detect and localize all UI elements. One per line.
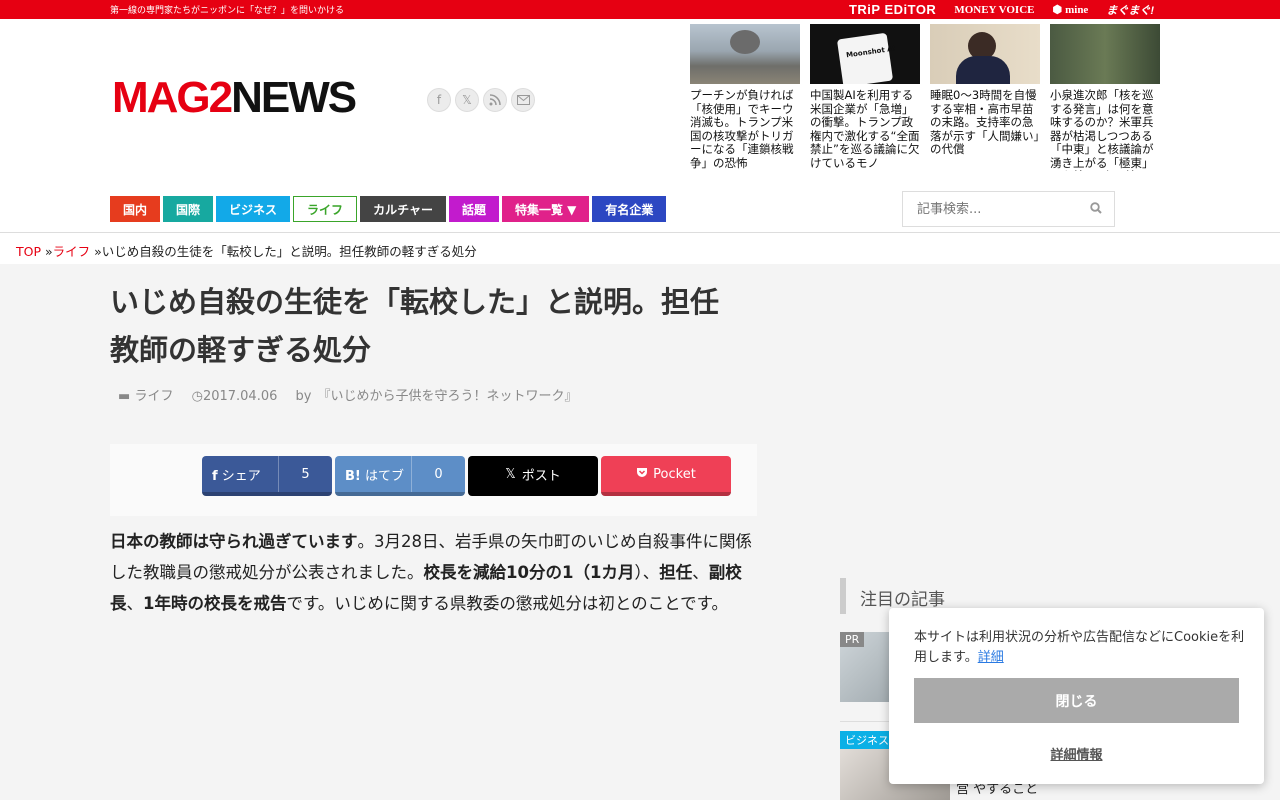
network-sites: TRiP EDiTOR MONEY VOICE mine まぐまぐ! [849,0,1154,19]
facebook-icon: f [212,468,218,484]
article-title[interactable]: 小泉進次郎「核を巡する発言」は何を意味するのか？米軍兵器が枯渇しつつある「中東」… [1050,89,1160,171]
pocket-button[interactable]: Pocket [601,456,731,496]
search-icon[interactable] [1090,202,1102,218]
bookmark-count: 0 [411,456,465,492]
social-links: f 𝕏 [427,88,535,112]
folder-icon: ▬ [118,389,131,404]
trip-editor-link[interactable]: TRiP EDiTOR [849,2,936,17]
share-box: f シェア 5 B! はてブ 0 𝕏 ポスト Pocket [110,444,757,516]
hatena-icon: B! [345,468,361,484]
author-link[interactable]: 『いじめから子供を守ろう！ネットワーク』 [317,389,577,404]
category-meta[interactable]: ▬ ライフ [118,389,173,404]
breadcrumb-category[interactable]: ライフ [53,244,91,259]
x-post-button[interactable]: 𝕏 ポスト [468,456,598,496]
mine-link[interactable]: mine [1052,3,1088,16]
article-thumbnail[interactable]: Moonshot AI [810,24,920,84]
header-article[interactable]: 睡眠0〜3時間を自慢する宰相・高市早苗の末路。支持率の急落が示す「人間嫌い」の代… [930,24,1040,171]
header-article[interactable]: プーチンが負ければ「核使用」でキーウ消滅も。トランプ米国の核攻撃がトリガーになる… [690,24,800,171]
article-title: いじめ自殺の生徒を「転校した」と説明。担任教師の軽すぎる処分 [110,285,720,367]
article-title[interactable]: 睡眠0〜3時間を自慢する宰相・高市早苗の末路。支持率の急落が示す「人間嫌い」の代… [930,89,1040,171]
article-body: 日本の教師は守られ過ぎています。3月28日、岩手県の矢巾町のいじめ自殺事件に関係… [110,532,752,613]
breadcrumb: TOP »ライフ »いじめ自殺の生徒を「転校した」と説明。担任教師の軽すぎる処分 [0,232,1280,264]
clock-icon: ◷ [191,389,203,404]
nav-domestic[interactable]: 国内 [110,196,161,222]
article-content: いじめ自殺の生徒を「転校した」と説明。担任教師の軽すぎる処分 ▬ ライフ ◷20… [110,264,757,800]
nav-topics[interactable]: 話題 [448,196,499,222]
facebook-share-button[interactable]: f シェア 5 [202,456,332,496]
mag2-link[interactable]: まぐまぐ! [1106,2,1154,18]
nav-business[interactable]: ビジネス [216,196,291,222]
nav-features[interactable]: 特集一覧 ▼ [501,196,590,222]
article-thumbnail[interactable] [1050,24,1160,84]
nav-culture[interactable]: カルチャー [360,196,446,222]
mail-icon[interactable] [511,88,535,112]
money-voice-link[interactable]: MONEY VOICE [954,4,1034,16]
nav-companies[interactable]: 有名企業 [592,196,667,222]
article-meta: ▬ ライフ ◷2017.04.06 by 『いじめから子供を守ろう！ネットワーク』 [118,389,578,404]
cookie-banner: 本サイトは利用状況の分析や広告配信などにCookieを利用します。詳細 閉じる … [889,608,1264,784]
cookie-close-button[interactable]: 閉じる [914,678,1239,723]
header-articles: プーチンが負ければ「核使用」でキーウ消滅も。トランプ米国の核攻撃がトリガーになる… [690,24,1160,171]
header-article[interactable]: 小泉進次郎「核を巡する発言」は何を意味するのか？米軍兵器が枯渇しつつある「中東」… [1050,24,1160,171]
header-article[interactable]: Moonshot AI 中国製AIを利用する米国企業が「急増」の衝撃。トランプ政… [810,24,920,171]
share-count: 5 [278,456,332,492]
site-tagline: 第一線の専門家たちがニッポンに「なぜ？」を問いかける [110,6,345,16]
hatena-bookmark-button[interactable]: B! はてブ 0 [335,456,465,496]
rss-icon[interactable] [483,88,507,112]
article-thumbnail[interactable] [690,24,800,84]
category-nav: 国内 国際 ビジネス ライフ カルチャー 話題 特集一覧 ▼ 有名企業 [110,196,667,222]
business-badge: ビジネス [840,731,894,749]
x-icon[interactable]: 𝕏 [455,88,479,112]
article-thumbnail[interactable] [930,24,1040,84]
facebook-icon[interactable]: f [427,88,451,112]
site-logo[interactable]: MAG2NEWS [112,76,357,120]
breadcrumb-current: いじめ自殺の生徒を「転校した」と説明。担任教師の軽すぎる処分 [101,244,477,259]
article-title[interactable]: 中国製AIを利用する米国企業が「急増」の衝撃。トランプ政権内で激化する“全面禁止… [810,89,920,171]
nav-international[interactable]: 国際 [163,196,214,222]
top-bar: 第一線の専門家たちがニッポンに「なぜ？」を問いかける TRiP EDiTOR M… [0,0,1280,19]
pr-badge: PR [840,632,865,647]
cookie-message: 本サイトは利用状況の分析や広告配信などにCookieを利用します。詳細 [914,630,1245,665]
search-input[interactable] [903,192,1083,226]
breadcrumb-top[interactable]: TOP [16,244,41,259]
x-icon: 𝕏 [505,466,516,482]
search-box [902,191,1115,227]
cookie-more-info-link[interactable]: 詳細情報 [889,744,1264,763]
pocket-icon [636,467,648,482]
date-meta: ◷2017.04.06 [191,389,278,404]
cookie-detail-link[interactable]: 詳細 [978,650,1004,665]
nav-life[interactable]: ライフ [293,196,358,222]
article-title[interactable]: プーチンが負ければ「核使用」でキーウ消滅も。トランプ米国の核攻撃がトリガーになる… [690,89,800,171]
